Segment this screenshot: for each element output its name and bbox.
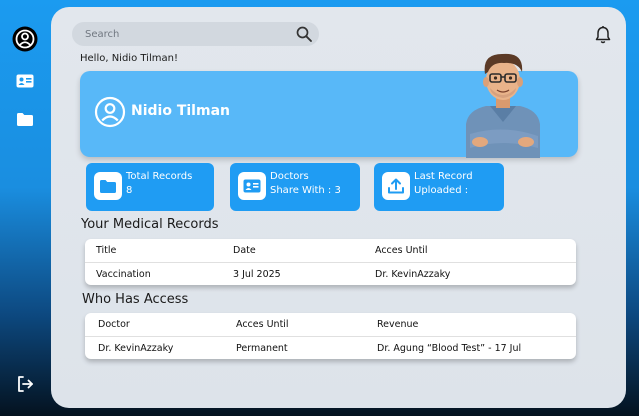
records-nav-id-card-icon[interactable] bbox=[12, 68, 38, 94]
folder-icon bbox=[94, 172, 122, 200]
medical-records-table: Title Date Acces Until Vaccination 3 Jul… bbox=[85, 239, 576, 285]
stat-value: Uploaded : bbox=[414, 185, 469, 196]
stat-card-doctors[interactable]: Doctors Share With : 3 bbox=[230, 163, 360, 211]
table-header-row: Title Date Acces Until bbox=[85, 239, 576, 262]
column-header: Acces Until bbox=[375, 245, 428, 256]
profile-name: Nidio Tilman bbox=[131, 103, 230, 119]
medical-records-heading: Your Medical Records bbox=[81, 217, 219, 232]
main-panel: Hello, Nidio Tilman! Nidio Tilman bbox=[51, 7, 626, 408]
sidebar bbox=[0, 0, 50, 416]
column-header: Acces Until bbox=[236, 319, 289, 330]
greeting-text: Hello, Nidio Tilman! bbox=[80, 53, 178, 64]
stat-value: Share With : 3 bbox=[270, 185, 341, 196]
stat-label: Doctors bbox=[270, 171, 309, 182]
user-circle-icon bbox=[94, 96, 126, 128]
logout-icon[interactable] bbox=[12, 371, 38, 397]
access-table: Doctor Acces Until Revenue Dr. KevinAzza… bbox=[85, 313, 576, 359]
stat-value: 8 bbox=[126, 185, 133, 196]
table-row[interactable]: Dr. KevinAzzaky Permanent Dr. Agung “Blo… bbox=[85, 336, 576, 359]
id-card-icon bbox=[238, 172, 266, 200]
column-header: Date bbox=[233, 245, 256, 256]
access-until-cell: Permanent bbox=[236, 343, 288, 354]
profile-nav-user-circle-icon[interactable] bbox=[12, 26, 38, 52]
record-date-cell: 3 Jul 2025 bbox=[233, 269, 281, 280]
search-input[interactable] bbox=[85, 28, 285, 40]
stat-card-total-records[interactable]: Total Records 8 bbox=[86, 163, 214, 211]
record-access-cell: Dr. KevinAzzaky bbox=[375, 269, 451, 280]
stat-label: Last Record bbox=[414, 171, 473, 182]
search-bar[interactable] bbox=[72, 22, 319, 46]
upload-icon bbox=[382, 172, 410, 200]
stat-label: Total Records bbox=[126, 171, 193, 182]
column-header: Title bbox=[96, 245, 117, 256]
revenue-cell: Dr. Agung “Blood Test” - 17 Jul bbox=[377, 343, 522, 354]
table-header-row: Doctor Acces Until Revenue bbox=[85, 313, 576, 336]
stat-card-last-record[interactable]: Last Record Uploaded : bbox=[374, 163, 504, 211]
doctor-avatar-illustration bbox=[466, 53, 540, 158]
column-header: Doctor bbox=[98, 319, 130, 330]
doctor-name-cell: Dr. KevinAzzaky bbox=[98, 343, 174, 354]
search-icon[interactable] bbox=[295, 25, 313, 43]
notification-bell-icon[interactable] bbox=[594, 25, 612, 45]
record-title-cell: Vaccination bbox=[96, 269, 151, 280]
table-row[interactable]: Vaccination 3 Jul 2025 Dr. KevinAzzaky bbox=[85, 262, 576, 285]
access-heading: Who Has Access bbox=[82, 292, 189, 307]
files-nav-folder-icon[interactable] bbox=[12, 106, 38, 132]
column-header: Revenue bbox=[377, 319, 419, 330]
